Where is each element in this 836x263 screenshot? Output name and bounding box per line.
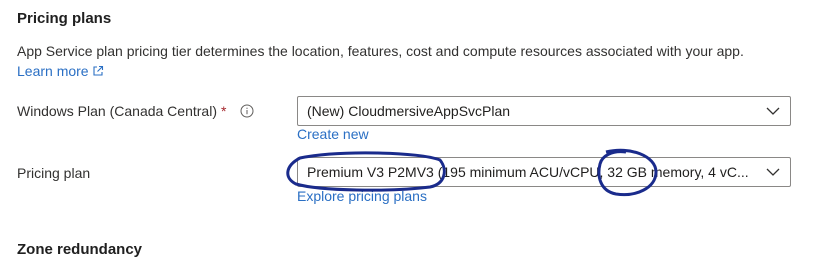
zone-redundancy-title: Zone redundancy [17,241,143,258]
windows-plan-label-group: Windows Plan (Canada Central) * [17,103,254,119]
section-description: App Service plan pricing tier determines… [17,43,744,59]
required-mark: * [220,103,227,119]
annotation-overlay [286,148,658,197]
pricing-plan-dropdown[interactable]: Premium V3 P2MV3 (195 minimum ACU/vCPU, … [297,157,791,187]
chevron-down-icon [766,168,780,176]
explore-pricing-plans-link[interactable]: Explore pricing plans [297,188,427,204]
windows-plan-value: (New) CloudmersiveAppSvcPlan [307,103,511,119]
pricing-plans-page: Pricing plans App Service plan pricing t… [0,0,836,263]
section-title: Pricing plans [17,10,112,27]
external-link-icon [93,65,103,76]
chevron-down-icon [766,107,780,115]
windows-plan-dropdown[interactable]: (New) CloudmersiveAppSvcPlan [297,96,791,126]
pricing-plan-label: Pricing plan [17,165,91,181]
learn-more-link[interactable]: Learn more [17,63,104,79]
windows-plan-label: Windows Plan (Canada Central) [17,103,217,119]
learn-more-label: Learn more [17,63,89,79]
info-icon[interactable] [240,104,254,118]
create-new-link[interactable]: Create new [297,126,369,142]
pricing-plan-value: Premium V3 P2MV3 (195 minimum ACU/vCPU, … [307,164,749,180]
